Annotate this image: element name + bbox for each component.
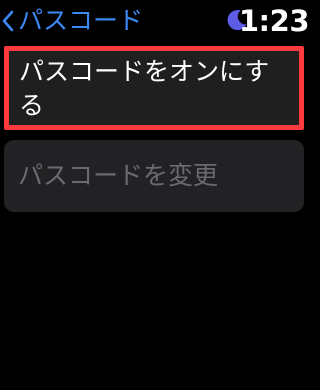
change-passcode-button: パスコードを変更 (4, 140, 304, 212)
turn-passcode-on-label: パスコードをオンにする (19, 57, 270, 120)
clock: 1:23 (238, 4, 310, 38)
back-button[interactable]: パスコード (2, 4, 143, 38)
chevron-left-icon (2, 10, 14, 32)
status-bar: パスコード 1:23 (0, 0, 312, 42)
turn-passcode-on-button[interactable]: パスコードをオンにする (4, 46, 304, 130)
back-label: パスコード (18, 6, 144, 35)
change-passcode-label: パスコードを変更 (18, 161, 219, 190)
